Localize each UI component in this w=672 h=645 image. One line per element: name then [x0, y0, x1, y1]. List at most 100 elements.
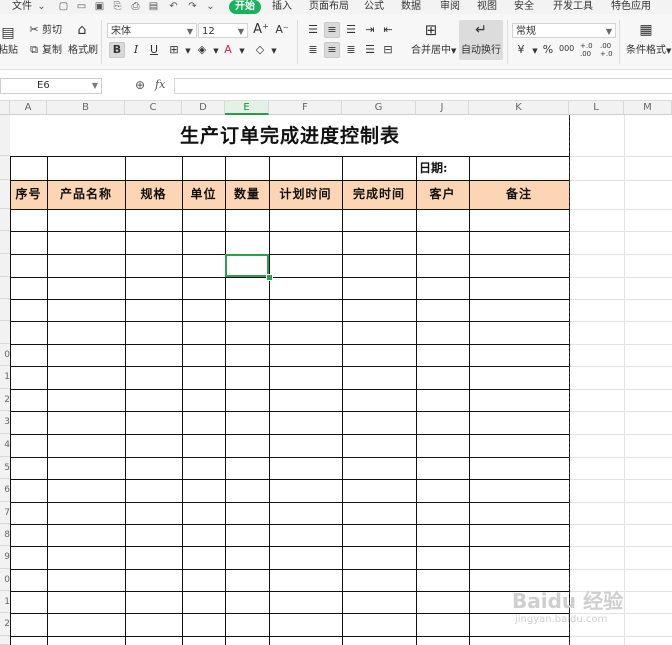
row-header[interactable] [0, 254, 10, 277]
tab-security[interactable]: 安全 [514, 0, 534, 14]
formula-input[interactable] [174, 78, 672, 94]
row-header[interactable]: 0 [0, 569, 10, 591]
scissors-icon[interactable]: ✂ [26, 22, 42, 38]
merge-cells-icon[interactable]: ⊞ [423, 22, 439, 38]
increase-decimal-button[interactable]: +.0 .00 [580, 42, 593, 58]
row-header[interactable]: 8 [0, 524, 10, 546]
cut-button[interactable]: 剪切 [42, 25, 62, 37]
align-bottom-icon[interactable]: ☰ [343, 22, 359, 38]
tab-view[interactable]: 视图 [477, 0, 497, 14]
row-header[interactable] [0, 209, 10, 231]
row-header[interactable]: 4 [0, 434, 10, 457]
column-header-l[interactable]: L [569, 101, 624, 115]
row-header[interactable]: 7 [0, 502, 10, 524]
align-middle-icon[interactable]: ≡ [324, 22, 340, 38]
increase-font-icon[interactable]: A⁺ [253, 22, 269, 38]
column-header-b[interactable]: B [47, 101, 125, 115]
row-header[interactable] [0, 321, 10, 344]
chevron-down-icon[interactable]: ▼ [451, 45, 456, 57]
chevron-down-icon[interactable]: ▼ [266, 43, 282, 59]
copy-button[interactable]: 复制 [42, 45, 62, 57]
zoom-search-icon[interactable]: ⊕ [135, 78, 145, 92]
select-all-corner[interactable] [0, 101, 10, 115]
font-name-select[interactable]: 宋体 ▼ [107, 23, 197, 38]
justify-icon[interactable]: ☰ [362, 42, 378, 58]
row-header[interactable]: 2 [0, 613, 10, 636]
fill-handle[interactable] [266, 274, 273, 281]
number-format-select[interactable]: 常规 ▼ [512, 23, 616, 38]
print-icon[interactable]: ⎙ [130, 1, 141, 12]
redo-icon[interactable]: ↷ [187, 1, 198, 12]
row-header[interactable]: 9 [0, 546, 10, 569]
function-icon[interactable]: fx [155, 78, 165, 91]
row-header[interactable]: 3 [0, 411, 10, 434]
distributed-icon[interactable]: ⊟ [380, 42, 396, 58]
format-painter-icon[interactable]: ⌂ [74, 22, 90, 38]
conditional-format-button[interactable]: 条件格式 [626, 45, 666, 57]
column-header-e[interactable]: E [225, 101, 269, 115]
new-file-icon[interactable]: ▢ [58, 1, 69, 12]
row-header[interactable]: 2 [0, 389, 10, 411]
align-right-icon[interactable]: ≣ [343, 42, 359, 58]
export-icon[interactable]: ⎘ [112, 1, 123, 12]
align-left-icon[interactable]: ≣ [305, 42, 321, 58]
save-icon[interactable]: ▣ [94, 1, 105, 12]
percent-button[interactable]: % [540, 42, 556, 58]
row-header[interactable] [0, 156, 10, 180]
menu-file[interactable]: 文件 [12, 0, 32, 14]
row-header[interactable]: 1 [0, 366, 10, 389]
underline-button[interactable]: U [146, 42, 162, 58]
indent-icon[interactable]: ⇥ [362, 22, 378, 38]
column-header-g[interactable]: G [342, 101, 416, 115]
decrease-font-icon[interactable]: A⁻ [274, 22, 290, 38]
sheet-title[interactable]: 生产订单完成进度控制表 [10, 116, 570, 156]
column-header-c[interactable]: C [125, 101, 182, 115]
column-header-a[interactable]: A [10, 101, 47, 115]
undo-icon[interactable]: ↶ [168, 1, 179, 12]
column-header-m[interactable]: M [624, 101, 672, 115]
outdent-icon[interactable]: ⇤ [380, 22, 396, 38]
column-header-k[interactable]: K [469, 101, 569, 115]
tab-insert[interactable]: 插入 [272, 0, 292, 14]
merge-center-button[interactable]: 合并居中 [411, 45, 451, 57]
row-header[interactable]: 5 [0, 457, 10, 479]
name-box[interactable]: E6 ▼ [0, 78, 102, 94]
open-folder-icon[interactable]: ▭ [76, 1, 87, 12]
italic-button[interactable]: I [128, 42, 144, 58]
chevron-down-icon[interactable]: ▼ [666, 45, 671, 57]
row-header[interactable] [0, 115, 10, 156]
column-header-f[interactable]: F [269, 101, 342, 115]
row-header[interactable] [0, 636, 10, 645]
row-header[interactable] [0, 299, 10, 321]
conditional-format-icon[interactable]: ▦ [638, 22, 654, 38]
customize-icon[interactable]: ⌄ [205, 1, 216, 12]
tab-home[interactable]: 开始 [229, 0, 261, 14]
align-center-icon[interactable]: ≡ [324, 42, 340, 58]
tab-developer[interactable]: 开发工具 [553, 0, 593, 14]
row-header[interactable]: 6 [0, 479, 10, 502]
chevron-down-icon[interactable]: ▼ [234, 43, 250, 59]
format-painter-button[interactable]: 格式刷 [68, 45, 98, 57]
tab-formulas[interactable]: 公式 [364, 0, 384, 14]
active-cell-e6[interactable] [225, 254, 269, 277]
align-top-icon[interactable]: ☰ [305, 22, 321, 38]
chevron-down-icon[interactable]: ⌄ [36, 1, 47, 12]
column-header-j[interactable]: J [416, 101, 469, 115]
font-size-select[interactable]: 12 ▼ [198, 23, 248, 38]
paste-button[interactable]: 粘贴 [0, 45, 18, 57]
thousands-button[interactable]: 000 [559, 43, 574, 55]
print-preview-icon[interactable]: ▤ [148, 1, 159, 12]
tab-special[interactable]: 特色应用 [611, 0, 651, 14]
decrease-decimal-button[interactable]: .00 +.0 [600, 42, 613, 58]
row-header[interactable]: 1 [0, 591, 10, 613]
tab-page-layout[interactable]: 页面布局 [309, 0, 349, 14]
bold-button[interactable]: B [109, 42, 125, 58]
paste-icon[interactable]: ▤ [0, 25, 16, 41]
wrap-text-button[interactable]: ↵ 自动换行 [459, 20, 503, 60]
tab-review[interactable]: 审阅 [440, 0, 460, 14]
column-header-d[interactable]: D [182, 101, 225, 115]
row-header[interactable]: 0 [0, 344, 10, 366]
date-label[interactable]: 日期: [419, 157, 447, 180]
row-header[interactable] [0, 180, 10, 209]
copy-icon[interactable]: ⧉ [26, 42, 42, 58]
